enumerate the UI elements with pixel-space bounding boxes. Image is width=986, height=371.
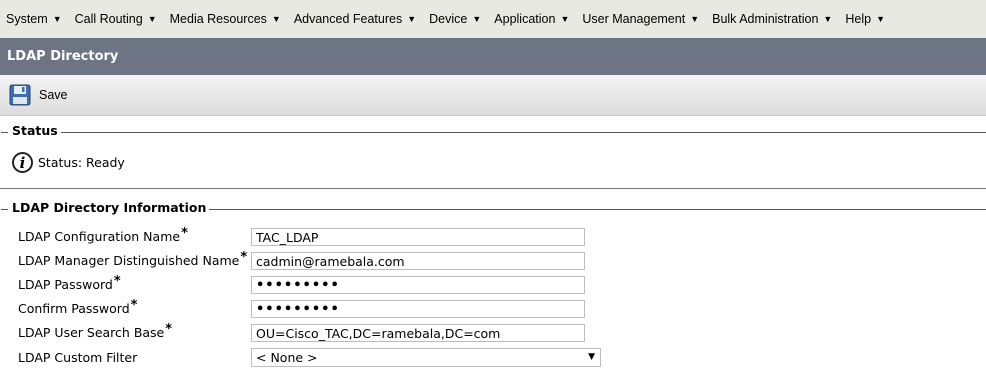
- toolbar: Save: [0, 75, 986, 116]
- status-legend: Status: [8, 123, 61, 138]
- menu-advanced-features[interactable]: Advanced Features ▼: [294, 12, 416, 26]
- field-label-confirm-password: Confirm Password*: [18, 298, 250, 317]
- ldap-config-name-input[interactable]: TAC_LDAP: [251, 228, 585, 246]
- ldap-legend: LDAP Directory Information: [8, 200, 210, 215]
- menu-bulk-administration[interactable]: Bulk Administration ▼: [712, 12, 832, 26]
- menu-label: Application: [494, 12, 556, 26]
- triangle-down-icon: ▼: [876, 14, 885, 24]
- menu-call-routing[interactable]: Call Routing ▼: [75, 12, 157, 26]
- floppy-disk-icon: [9, 84, 31, 106]
- menu-help[interactable]: Help ▼: [845, 12, 885, 26]
- triangle-down-icon: ▼: [690, 14, 700, 24]
- status-text: Status: Ready: [38, 155, 125, 170]
- label-text: Confirm Password: [18, 301, 130, 316]
- menu-device[interactable]: Device ▼: [429, 12, 481, 26]
- save-button[interactable]: Save: [9, 84, 68, 106]
- triangle-down-icon: ▼: [823, 14, 833, 24]
- required-marker: *: [130, 298, 138, 313]
- menu-media-resources[interactable]: Media Resources ▼: [170, 12, 281, 26]
- form-row-config-name: LDAP Configuration Name* TAC_LDAP: [18, 226, 585, 246]
- field-label-custom-filter: LDAP Custom Filter: [18, 350, 250, 365]
- triangle-down-icon: ▼: [560, 14, 570, 24]
- triangle-down-icon: ▼: [147, 14, 157, 24]
- menu-label: Help: [845, 12, 872, 26]
- required-marker: *: [181, 226, 188, 241]
- label-text: LDAP User Search Base: [18, 325, 165, 340]
- triangle-down-icon: ▼: [407, 14, 417, 24]
- menu-application[interactable]: Application ▼: [494, 12, 569, 26]
- label-text: LDAP Password: [18, 277, 113, 292]
- form-row-confirm-password: Confirm Password* •••••••••: [18, 298, 585, 318]
- ldap-manager-dn-input[interactable]: cadmin@ramebala.com: [251, 252, 585, 270]
- label-text: LDAP Manager Distinguished Name: [18, 253, 240, 268]
- form-row-custom-filter: LDAP Custom Filter < None > ▼: [18, 347, 601, 367]
- required-marker: *: [113, 274, 121, 289]
- form-row-search-base: LDAP User Search Base* OU=Cisco_TAC,DC=r…: [18, 322, 585, 342]
- triangle-down-icon: ▼: [271, 14, 281, 24]
- field-label-search-base: LDAP User Search Base*: [18, 322, 250, 341]
- save-label: Save: [39, 88, 68, 102]
- status-section-border: [1, 132, 986, 133]
- menu-label: Bulk Administration: [712, 12, 819, 26]
- label-text: LDAP Configuration Name: [18, 229, 181, 244]
- page-title: LDAP Directory: [7, 49, 119, 64]
- menu-label: Device: [429, 12, 468, 26]
- menu-label: Call Routing: [74, 12, 143, 26]
- field-label-manager-dn: LDAP Manager Distinguished Name*: [18, 250, 250, 269]
- form-row-manager-dn: LDAP Manager Distinguished Name* cadmin@…: [18, 250, 585, 270]
- triangle-down-icon: ▼: [52, 14, 62, 24]
- triangle-down-icon: ▼: [588, 352, 595, 362]
- ldap-search-base-input[interactable]: OU=Cisco_TAC,DC=ramebala,DC=com: [251, 324, 585, 342]
- field-label-config-name: LDAP Configuration Name*: [18, 226, 250, 245]
- menu-user-management[interactable]: User Management ▼: [582, 12, 699, 26]
- select-value: < None >: [256, 349, 318, 365]
- menu-label: Advanced Features: [293, 12, 403, 26]
- main-menu-bar: System ▼ Call Routing ▼ Media Resources ▼ A…: [0, 0, 986, 38]
- menu-system[interactable]: System ▼: [6, 12, 62, 26]
- ldap-password-input[interactable]: •••••••••: [251, 276, 585, 294]
- field-label-password: LDAP Password*: [18, 274, 250, 293]
- ldap-custom-filter-select[interactable]: < None > ▼: [251, 347, 601, 367]
- page-title-bar: LDAP Directory: [0, 38, 986, 75]
- menu-label: Media Resources: [169, 12, 267, 26]
- required-marker: *: [240, 250, 248, 265]
- triangle-down-icon: ▼: [472, 14, 482, 24]
- info-icon: i: [12, 152, 33, 173]
- form-row-password: LDAP Password* •••••••••: [18, 274, 585, 294]
- required-marker: *: [165, 322, 173, 337]
- confirm-password-input[interactable]: •••••••••: [251, 300, 585, 318]
- section-divider: [0, 188, 986, 189]
- label-text: LDAP Custom Filter: [18, 349, 138, 365]
- menu-label: User Management: [582, 12, 686, 26]
- status-row: i Status: Ready: [12, 152, 125, 173]
- menu-label: System: [6, 12, 48, 26]
